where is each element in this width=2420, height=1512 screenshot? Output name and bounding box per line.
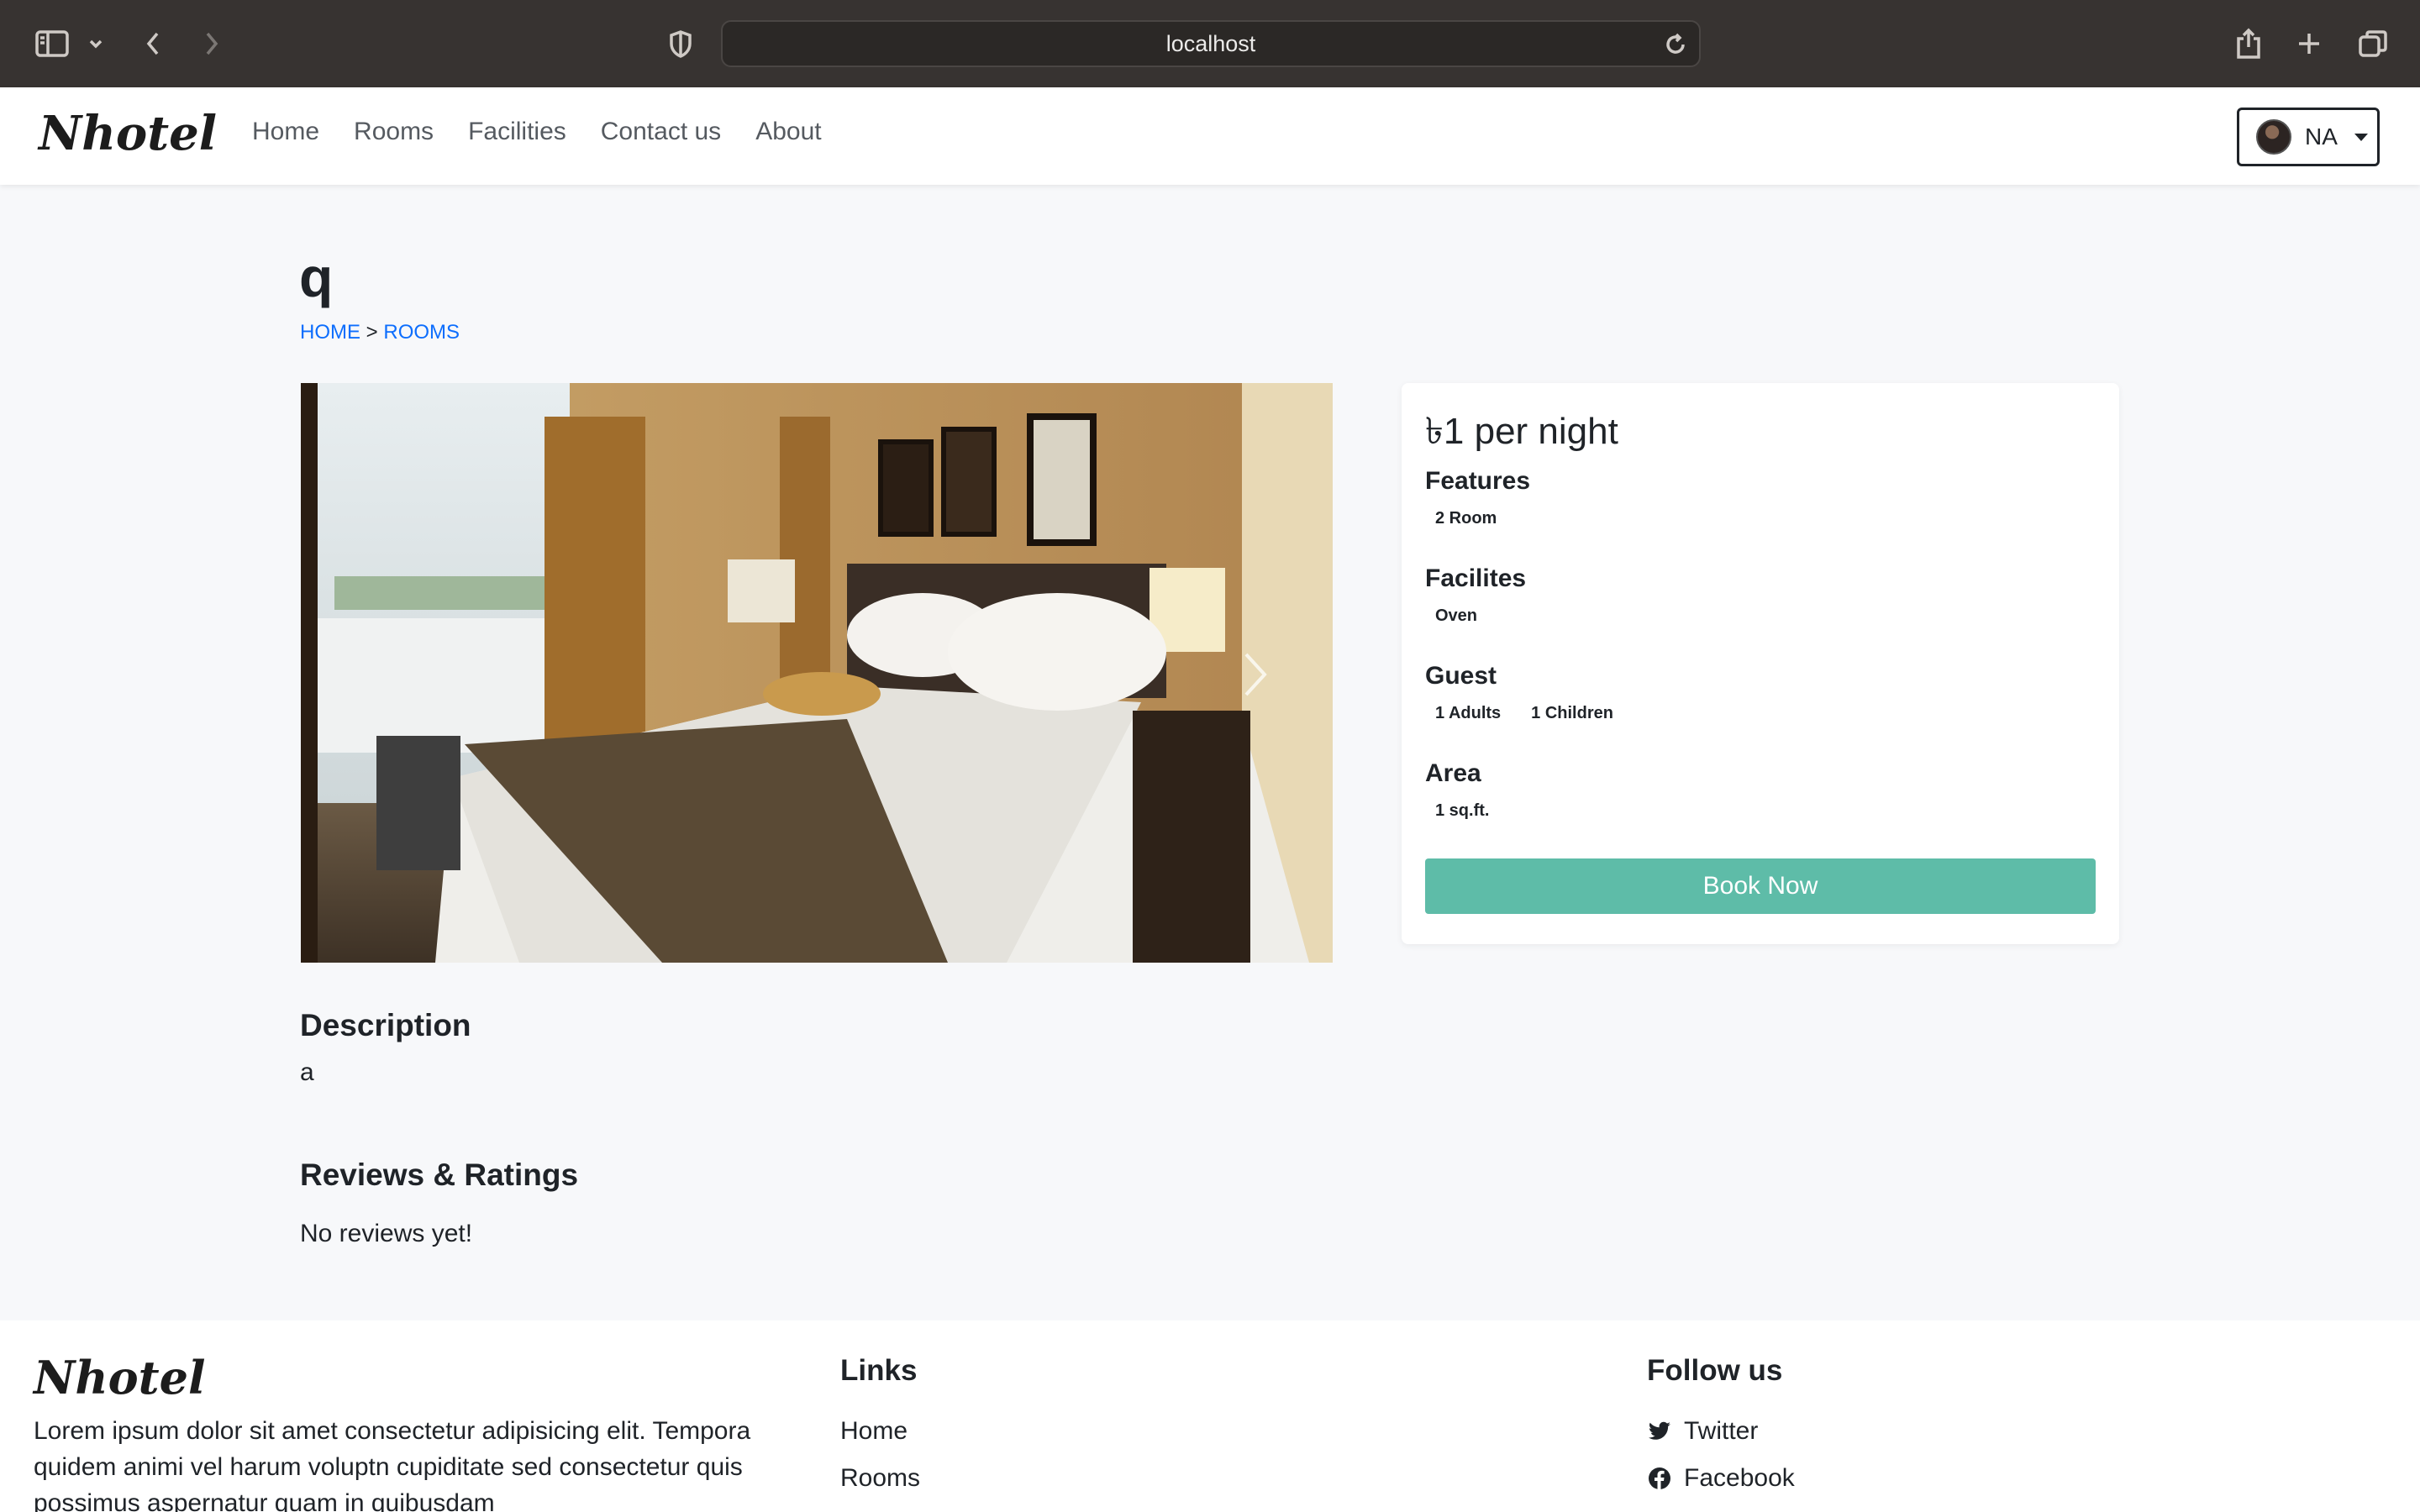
footer-social-list: Twitter Facebook — [1647, 1408, 1795, 1502]
site-navbar: Nhotel Home Rooms Facilities Contact us … — [0, 87, 2420, 185]
facebook-icon — [1647, 1466, 1672, 1491]
tab-overview-icon[interactable] — [2356, 22, 2390, 66]
carousel-next-button[interactable] — [1230, 645, 1281, 704]
nav-link-contact[interactable]: Contact us — [601, 118, 721, 146]
nav-links: Home Rooms Facilities Contact us About — [252, 118, 822, 146]
social-label: Facebook — [1684, 1464, 1795, 1492]
privacy-shield-icon[interactable] — [664, 22, 697, 66]
features-badges: 2 Room — [1425, 504, 1507, 533]
browser-toolbar: localhost — [0, 0, 2420, 87]
nav-link-facilities[interactable]: Facilities — [468, 118, 566, 146]
footer-link-home[interactable]: Home — [840, 1408, 920, 1455]
forward-icon[interactable] — [197, 22, 227, 66]
nav-link-about[interactable]: About — [755, 118, 821, 146]
breadcrumb: HOME > ROOMS — [300, 321, 460, 344]
footer-link-label: Home — [840, 1417, 908, 1445]
description-text: a — [300, 1058, 314, 1086]
guest-badges: 1 Adults 1 Children — [1425, 699, 1623, 728]
reviews-heading: Reviews & Ratings — [300, 1158, 579, 1192]
room-price: ৳1 per night — [1425, 411, 1618, 452]
facility-badge: Oven — [1425, 601, 1488, 631]
room-photo — [301, 383, 1333, 963]
page-title: q — [299, 246, 334, 308]
features-heading: Features — [1425, 467, 1531, 495]
url-text: localhost — [1165, 30, 1256, 56]
user-initials: NA — [2305, 123, 2338, 150]
chevron-down-icon[interactable] — [84, 22, 108, 66]
breadcrumb-home[interactable]: HOME — [300, 321, 360, 344]
area-heading: Area — [1425, 759, 1481, 787]
guest-heading: Guest — [1425, 662, 1497, 690]
share-icon[interactable] — [2232, 22, 2265, 66]
chevron-right-icon — [1244, 653, 1267, 696]
caret-down-icon — [2354, 133, 2368, 141]
footer-links-heading: Links — [840, 1354, 918, 1387]
footer-social-facebook[interactable]: Facebook — [1647, 1455, 1795, 1502]
feature-badge: 2 Room — [1425, 504, 1507, 533]
reviews-empty-text: No reviews yet! — [300, 1220, 473, 1247]
room-image-carousel[interactable] — [301, 383, 1333, 963]
area-badges: 1 sq.ft. — [1425, 796, 1500, 826]
guest-badge-children: 1 Children — [1521, 699, 1623, 728]
user-menu-button[interactable]: NA — [2237, 108, 2380, 166]
facilities-heading: Facilites — [1425, 564, 1527, 592]
breadcrumb-rooms[interactable]: ROOMS — [383, 321, 460, 344]
nav-link-rooms[interactable]: Rooms — [354, 118, 434, 146]
book-now-button[interactable]: Book Now — [1425, 858, 2096, 914]
brand-logo[interactable]: Nhotel — [39, 106, 217, 161]
description-heading: Description — [300, 1008, 471, 1042]
twitter-icon — [1647, 1419, 1672, 1444]
footer-link-label: Rooms — [840, 1464, 921, 1492]
facilities-badges: Oven — [1425, 601, 1488, 631]
social-label: Twitter — [1684, 1417, 1759, 1445]
breadcrumb-separator: > — [366, 321, 378, 344]
back-icon[interactable] — [138, 22, 168, 66]
sidebar-toggle-icon[interactable] — [32, 22, 72, 66]
booking-card: ৳1 per night Features 2 Room Facilites O… — [1402, 383, 2119, 944]
area-badge: 1 sq.ft. — [1425, 796, 1500, 826]
footer-social-twitter[interactable]: Twitter — [1647, 1408, 1795, 1455]
reload-icon[interactable] — [1664, 32, 1687, 60]
footer-links-list: Home Rooms — [840, 1408, 920, 1502]
nav-link-home[interactable]: Home — [252, 118, 319, 146]
new-tab-icon[interactable] — [2294, 22, 2324, 66]
address-bar[interactable]: localhost — [721, 20, 1701, 67]
avatar — [2256, 119, 2291, 155]
guest-badge-adults: 1 Adults — [1425, 699, 1512, 728]
footer-link-rooms[interactable]: Rooms — [840, 1455, 920, 1502]
footer-follow-heading: Follow us — [1647, 1354, 1783, 1387]
footer-brand: Nhotel — [34, 1351, 206, 1404]
site-footer: Nhotel Lorem ipsum dolor sit amet consec… — [0, 1320, 2420, 1512]
image-edge — [301, 383, 318, 963]
footer-about-text: Lorem ipsum dolor sit amet consectetur a… — [34, 1417, 751, 1512]
